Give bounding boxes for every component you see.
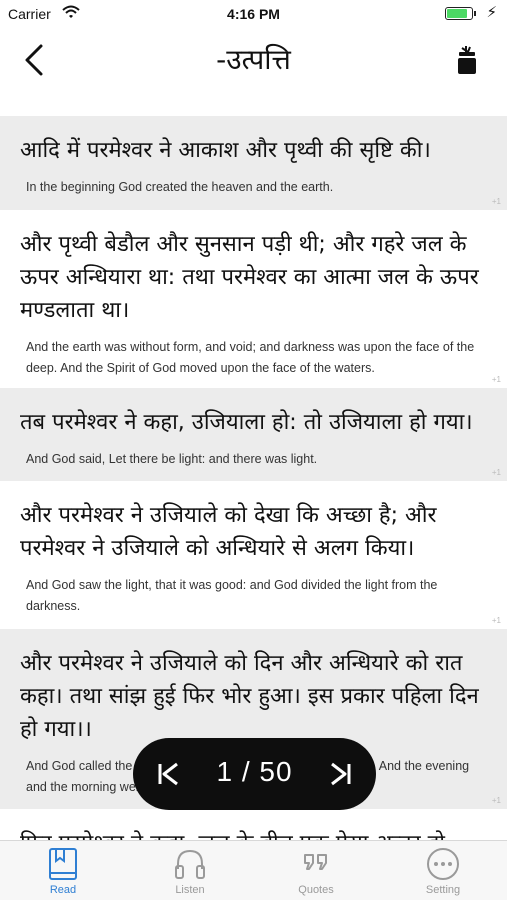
verse-number: +1 — [491, 468, 501, 477]
tab-label: Listen — [175, 884, 205, 896]
book-icon — [46, 847, 80, 881]
tab-read[interactable]: Read — [0, 841, 126, 900]
verse-item[interactable]: फिर परमेश्वर ने कहा, जल के बीच एक ऐसा अन… — [0, 809, 507, 840]
tab-quotes[interactable]: Quotes — [253, 841, 379, 900]
verse-english: And God saw the light, that it was good:… — [26, 578, 438, 613]
verse-list[interactable]: आदि में परमेश्वर ने आकाश और पृथ्वी की सृ… — [0, 116, 507, 840]
status-bar: Carrier 4:16 PM ⚡ — [0, 0, 507, 28]
tab-setting[interactable]: Setting — [380, 841, 506, 900]
nav-bar: -उत्पत्ति — [0, 28, 507, 116]
verse-english: In the beginning God created the heaven … — [26, 180, 334, 194]
headphones-icon — [173, 847, 207, 881]
tab-label: Quotes — [298, 884, 334, 896]
clock: 4:16 PM — [227, 6, 280, 22]
battery-icon — [445, 7, 473, 20]
verse-english: And the earth was without form, and void… — [26, 340, 475, 375]
verse-number: +1 — [491, 796, 501, 805]
tab-label: Setting — [425, 884, 461, 896]
verse-item[interactable]: और पृथ्वी बेडौल और सुनसान पड़ी थी; और गह… — [0, 210, 507, 388]
bolt-icon: ⚡ — [486, 3, 497, 21]
verse-number: +1 — [491, 616, 501, 625]
verse-hindi: तब परमेश्वर ने कहा, उजियाला हो: तो उजिया… — [20, 410, 473, 435]
tab-bar: Read Listen Quotes Setting — [0, 840, 507, 900]
tab-label: Read — [49, 884, 77, 896]
verse-number: +1 — [491, 375, 501, 384]
battery-tip — [474, 11, 476, 16]
more-icon — [426, 847, 460, 881]
page-title: -उत्पत्ति — [216, 43, 291, 76]
skip-next-icon[interactable] — [326, 760, 354, 788]
verse-item[interactable]: और परमेश्वर ने उजियाले को देखा कि अच्छा … — [0, 481, 507, 629]
verse-number: +1 — [491, 197, 501, 206]
verse-hindi: आदि में परमेश्वर ने आकाश और पृथ्वी की सृ… — [20, 138, 431, 163]
chapter-pager: 1 / 50 — [133, 738, 376, 810]
verse-english: And God said, Let there be light: and th… — [26, 452, 318, 466]
cup-icon[interactable] — [453, 44, 483, 78]
verse-item[interactable]: तब परमेश्वर ने कहा, उजियाला हो: तो उजिया… — [0, 388, 507, 481]
verse-item[interactable]: आदि में परमेश्वर ने आकाश और पृथ्वी की सृ… — [0, 116, 507, 210]
verse-hindi: और परमेश्वर ने उजियाले को देखा कि अच्छा … — [20, 503, 437, 561]
verse-hindi: और परमेश्वर ने उजियाले को दिन और अन्धिया… — [20, 651, 479, 742]
tab-listen[interactable]: Listen — [127, 841, 253, 900]
verse-hindi: और पृथ्वी बेडौल और सुनसान पड़ी थी; और गह… — [20, 232, 479, 323]
quote-icon — [299, 847, 333, 881]
verse-hindi: फिर परमेश्वर ने कहा, जल के बीच एक ऐसा अन… — [20, 809, 487, 840]
